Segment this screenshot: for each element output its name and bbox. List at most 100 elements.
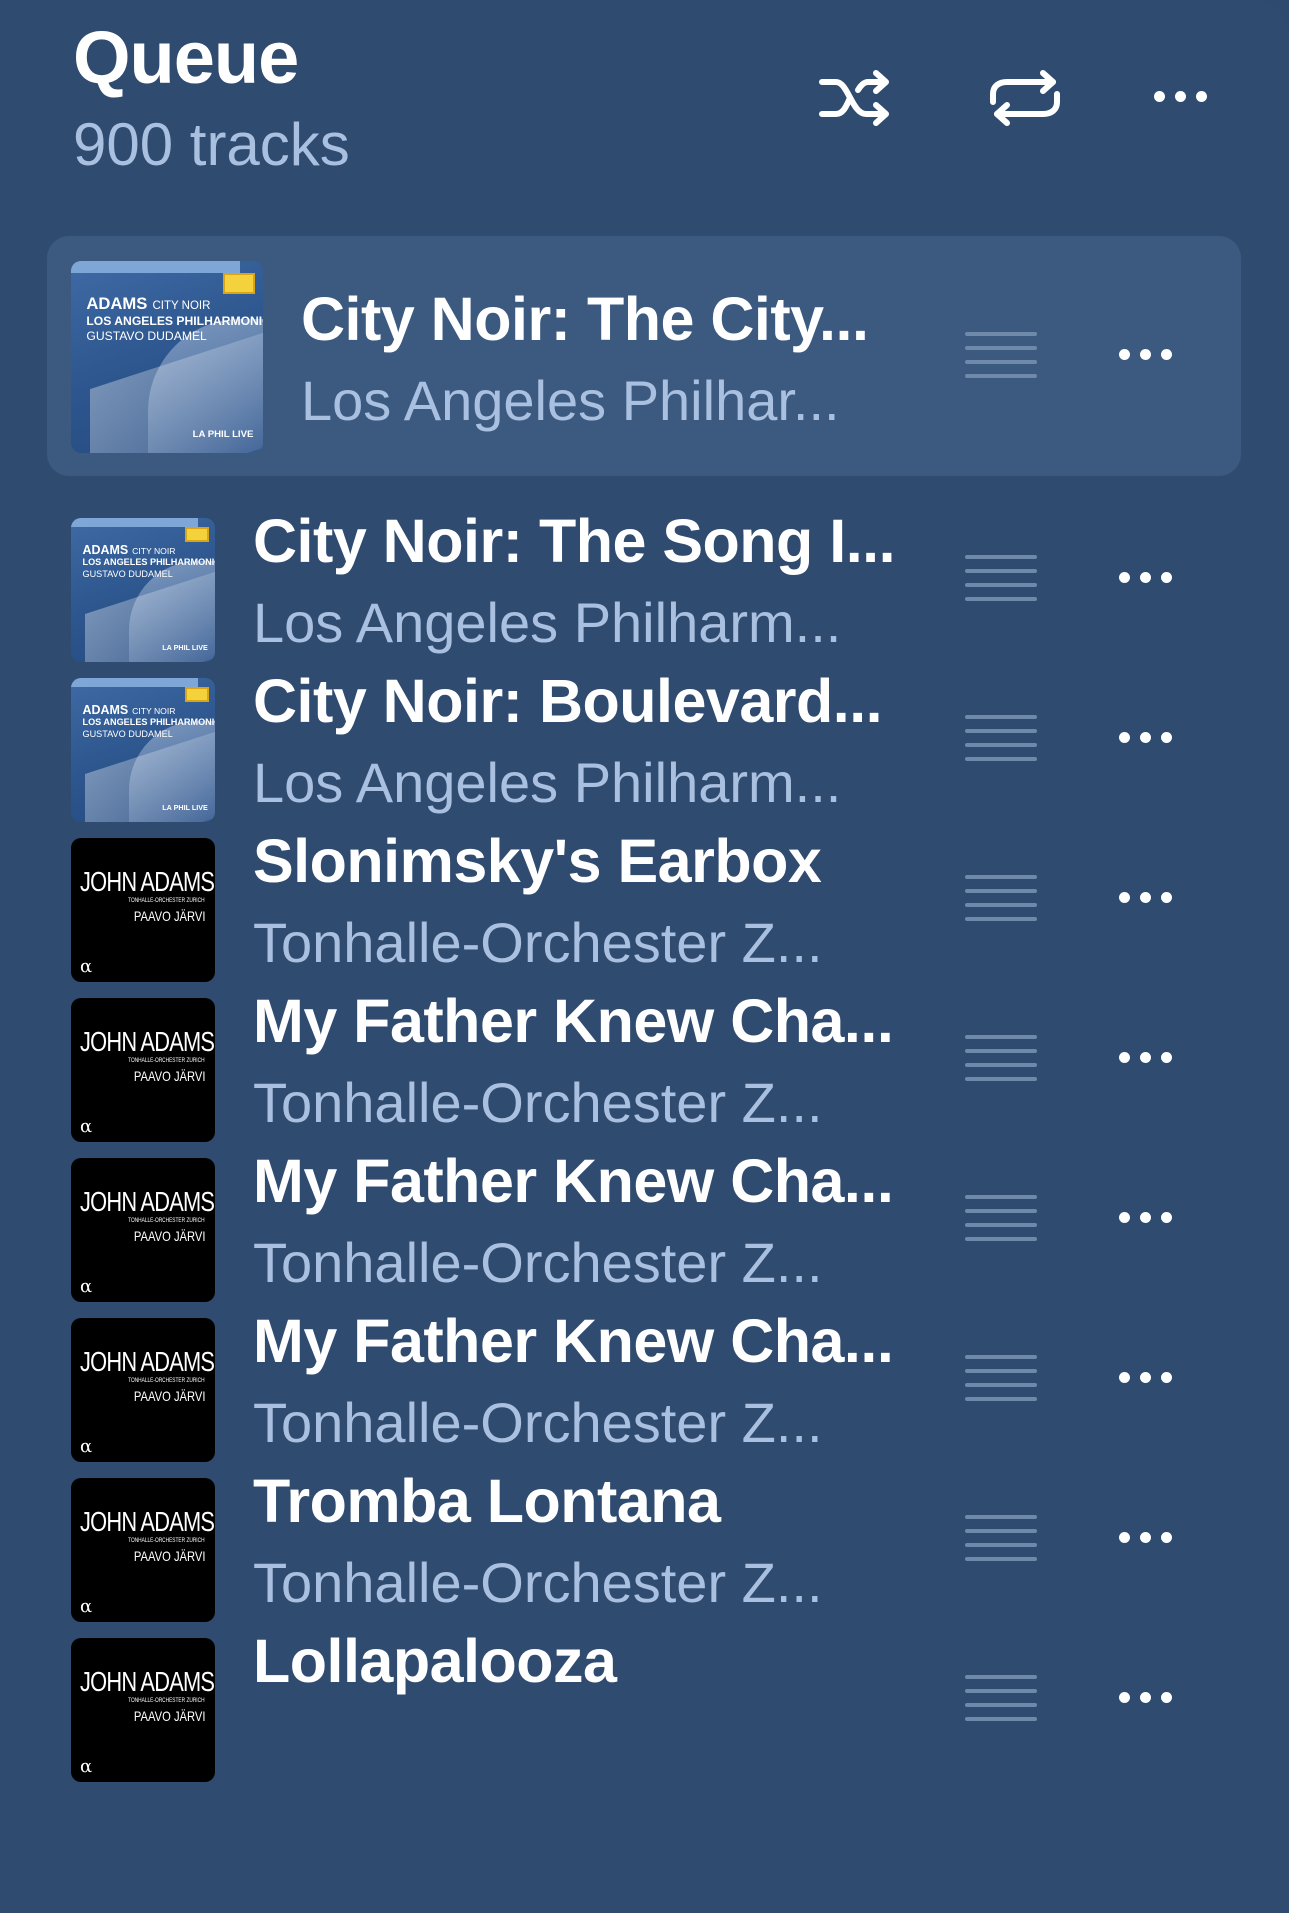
drag-handle-icon[interactable]	[965, 715, 1037, 761]
artwork-conductor: PAAVO JÄRVI	[133, 1388, 205, 1404]
track-title: My Father Knew Cha...	[253, 1307, 894, 1375]
track-artist: Tonhalle-Orchester Z...	[253, 1551, 823, 1614]
artwork-stripe	[71, 678, 198, 687]
track-title: City Noir: The Song I...	[253, 507, 896, 575]
artwork-label-logo: α	[80, 1756, 93, 1777]
drag-handle-icon[interactable]	[965, 875, 1037, 921]
artwork-composer-name: ADAMS	[86, 293, 148, 313]
repeat-button[interactable]	[985, 58, 1065, 138]
repeat-icon	[990, 70, 1060, 126]
more-icon	[1114, 1530, 1177, 1548]
more-icon	[1149, 89, 1212, 107]
artwork-orchestra: LOS ANGELES PHILHARMONIC	[86, 313, 263, 328]
track-more-button[interactable]	[1105, 1679, 1185, 1719]
artwork-label-logo: α	[80, 956, 93, 977]
artwork-album-name: CITY NOIR	[132, 705, 176, 716]
artwork-album-name: CITY NOIR	[132, 545, 176, 556]
more-options-button[interactable]	[1140, 58, 1220, 138]
artwork-orchestra: TONHALLE-ORCHESTER ZÜRICH	[128, 1218, 205, 1224]
artwork-conductor: PAAVO JÄRVI	[133, 908, 205, 924]
track-more-button[interactable]	[1105, 1519, 1185, 1559]
track-more-button[interactable]	[1105, 719, 1185, 759]
artwork-composer: JOHN ADAMS	[80, 1026, 215, 1057]
artwork-orchestra: TONHALLE-ORCHESTER ZÜRICH	[128, 1538, 205, 1544]
drag-handle-icon[interactable]	[965, 1355, 1037, 1401]
artwork-orchestra: TONHALLE-ORCHESTER ZÜRICH	[128, 1378, 205, 1384]
label-logo	[184, 526, 210, 543]
drag-handle-icon[interactable]	[965, 1035, 1037, 1081]
track-count: 900 tracks	[73, 111, 350, 178]
track-more-button[interactable]	[1105, 879, 1185, 919]
more-icon	[1114, 1210, 1177, 1228]
track-more-button[interactable]	[1105, 1039, 1185, 1079]
more-icon	[1114, 1050, 1177, 1068]
artwork-conductor: PAAVO JÄRVI	[133, 1068, 205, 1084]
label-logo	[184, 686, 210, 703]
album-artwork: JOHN ADAMS TONHALLE-ORCHESTER ZÜRICH PAAVO…	[71, 1638, 215, 1782]
album-artwork: ADAMS CITY NOIR LOS ANGELES PHILHARMONIC GU…	[71, 261, 263, 453]
track-more-button[interactable]	[1105, 336, 1185, 376]
album-artwork: JOHN ADAMS TONHALLE-ORCHESTER ZÜRICH PAAVO…	[71, 1158, 215, 1302]
artwork-composer: JOHN ADAMS	[80, 1506, 215, 1537]
track-more-button[interactable]	[1105, 1359, 1185, 1399]
album-artwork: ADAMS CITY NOIR LOS ANGELES PHILHARMONIC GU…	[71, 518, 215, 662]
drag-handle-icon[interactable]	[965, 1195, 1037, 1241]
artwork-orchestra: LOS ANGELES PHILHARMONIC	[82, 717, 215, 728]
artwork-label-logo: LA PHIL LIVE	[162, 642, 208, 652]
drag-handle-icon[interactable]	[965, 555, 1037, 601]
artwork-label-logo: α	[80, 1276, 93, 1297]
artwork-orchestra: TONHALLE-ORCHESTER ZÜRICH	[128, 1698, 205, 1704]
artwork-label-logo: LA PHIL LIVE	[192, 428, 254, 440]
track-artist: Tonhalle-Orchester Z...	[253, 1231, 823, 1294]
queue-row[interactable]: JOHN ADAMS TONHALLE-ORCHESTER ZÜRICH PAAVO…	[0, 1616, 1289, 1806]
artwork-label-logo: α	[80, 1116, 93, 1137]
artwork-composer-name: ADAMS	[82, 702, 129, 717]
track-title: City Noir: The City...	[301, 285, 869, 353]
artwork-orchestra: LOS ANGELES PHILHARMONIC	[82, 557, 215, 568]
queue-screen: Queue 900 tracks ADAMS CITY NOIR LOS ANG…	[0, 0, 1289, 1913]
track-title: Lollapalooza	[253, 1627, 617, 1695]
drag-handle-icon[interactable]	[965, 1515, 1037, 1561]
artwork-conductor: GUSTAVO DUDAMEL	[82, 728, 173, 739]
more-icon	[1114, 1690, 1177, 1708]
artwork-composer: ADAMS CITY NOIR	[83, 544, 176, 556]
artwork-conductor: GUSTAVO DUDAMEL	[86, 329, 207, 344]
album-artwork: ADAMS CITY NOIR LOS ANGELES PHILHARMONIC GU…	[71, 678, 215, 822]
shuffle-button[interactable]	[816, 58, 896, 138]
artwork-composer: JOHN ADAMS	[80, 1186, 215, 1217]
track-title: Tromba Lontana	[253, 1467, 721, 1535]
artwork-stripe	[71, 261, 240, 273]
artwork-label-logo: α	[80, 1596, 93, 1617]
now-playing-row[interactable]: ADAMS CITY NOIR LOS ANGELES PHILHARMONIC GU…	[47, 236, 1241, 476]
artwork-album-name: CITY NOIR	[152, 299, 211, 312]
artwork-conductor: PAAVO JÄRVI	[133, 1228, 205, 1244]
track-artist: Tonhalle-Orchester Z...	[253, 1391, 823, 1454]
track-artist: Tonhalle-Orchester Z...	[253, 1071, 823, 1134]
queue-header: Queue 900 tracks	[0, 0, 1289, 220]
more-icon	[1114, 570, 1177, 588]
track-artist: Tonhalle-Orchester Z...	[253, 911, 823, 974]
album-artwork: JOHN ADAMS TONHALLE-ORCHESTER ZÜRICH PAAVO…	[71, 1318, 215, 1462]
track-artist: Los Angeles Philharm...	[253, 751, 842, 814]
track-more-button[interactable]	[1105, 559, 1185, 599]
drag-handle-icon[interactable]	[965, 1675, 1037, 1721]
track-artist: Los Angeles Philharm...	[253, 591, 842, 654]
artwork-conductor: GUSTAVO DUDAMEL	[82, 568, 173, 579]
more-icon	[1114, 890, 1177, 908]
artwork-orchestra: TONHALLE-ORCHESTER ZÜRICH	[128, 898, 205, 904]
more-icon	[1114, 347, 1177, 365]
page-title: Queue	[73, 16, 299, 99]
album-artwork: JOHN ADAMS TONHALLE-ORCHESTER ZÜRICH PAAVO…	[71, 998, 215, 1142]
album-artwork: JOHN ADAMS TONHALLE-ORCHESTER ZÜRICH PAAVO…	[71, 1478, 215, 1622]
track-more-button[interactable]	[1105, 1199, 1185, 1239]
artwork-composer: JOHN ADAMS	[80, 1666, 215, 1697]
more-icon	[1114, 1370, 1177, 1388]
artwork-composer: JOHN ADAMS	[80, 866, 215, 897]
drag-handle-icon[interactable]	[965, 332, 1037, 378]
more-icon	[1114, 730, 1177, 748]
album-artwork: JOHN ADAMS TONHALLE-ORCHESTER ZÜRICH PAAVO…	[71, 838, 215, 982]
artwork-conductor: PAAVO JÄRVI	[133, 1708, 205, 1724]
label-logo	[222, 272, 256, 294]
artwork-composer-name: ADAMS	[82, 542, 129, 557]
track-title: My Father Knew Cha...	[253, 1147, 894, 1215]
